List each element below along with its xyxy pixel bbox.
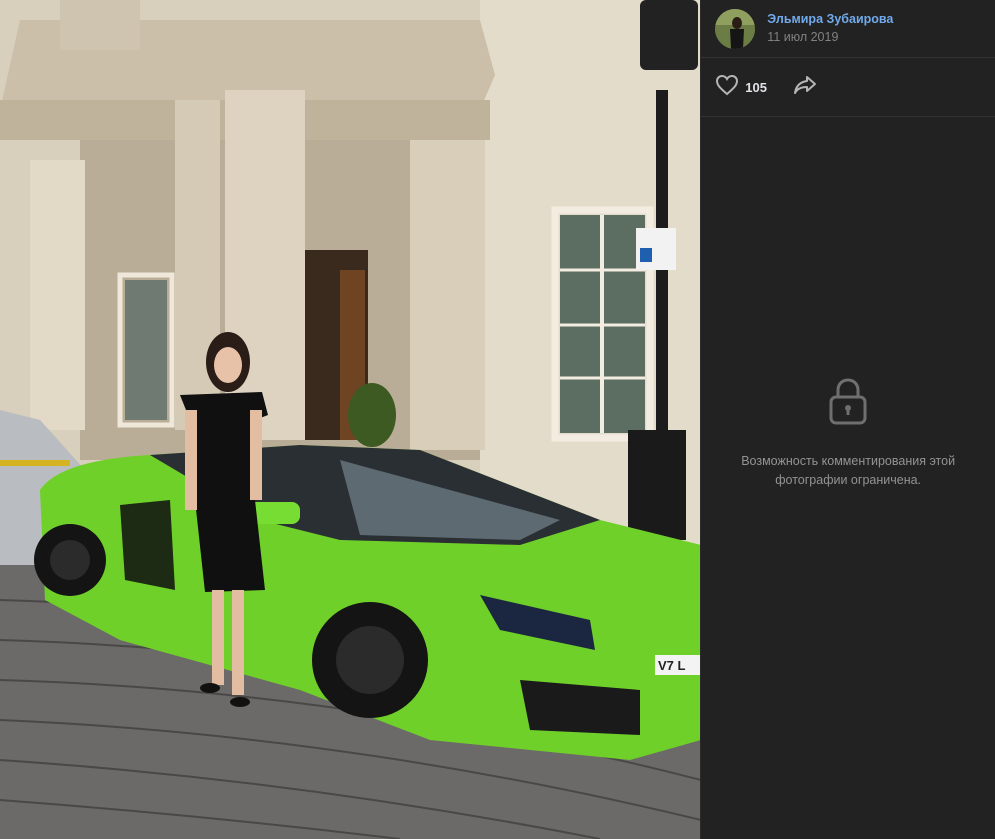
actions-bar: 105 [701, 58, 995, 117]
author-name-link[interactable]: Эльмира Зубаирова [767, 11, 893, 27]
license-plate-text: V7 L [658, 658, 686, 673]
photo-area[interactable]: V7 L [0, 0, 701, 839]
info-panel: Эльмира Зубаирова 11 июл 2019 105 Возмож… [700, 0, 995, 839]
heart-icon [715, 74, 739, 101]
comments-area: Возможность комментирования этой фотогра… [701, 117, 995, 839]
like-count: 105 [745, 79, 767, 95]
photo-viewer: V7 L Эльмира Зубаирова 11 июл 2019 105 В… [0, 0, 995, 839]
lock-icon [827, 377, 869, 432]
comments-restricted-message: Возможность комментирования этой фотогра… [741, 453, 956, 487]
author-meta: Эльмира Зубаирова 11 июл 2019 [767, 11, 893, 46]
share-button[interactable] [793, 75, 817, 100]
author-block: Эльмира Зубаирова 11 июл 2019 [701, 0, 995, 58]
share-arrow-icon [793, 75, 817, 100]
photo-image: V7 L [0, 0, 701, 839]
avatar[interactable] [715, 8, 756, 49]
like-button[interactable]: 105 [715, 74, 767, 101]
post-date[interactable]: 11 июл 2019 [767, 29, 893, 46]
